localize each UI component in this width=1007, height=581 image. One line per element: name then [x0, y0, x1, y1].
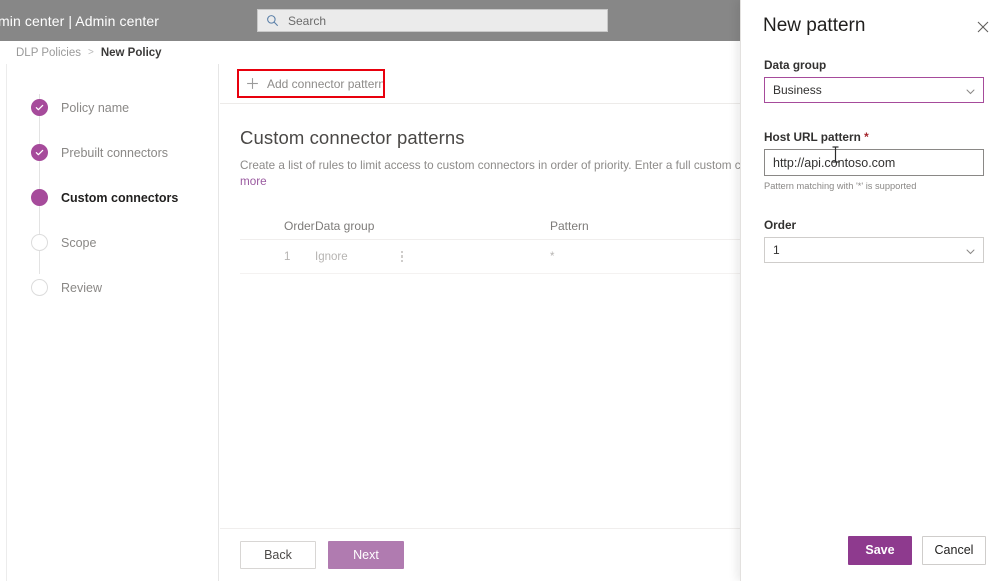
host-url-input[interactable] — [764, 149, 984, 176]
panel-header: New pattern — [741, 0, 1007, 52]
close-panel-button[interactable] — [971, 15, 995, 39]
data-group-select[interactable]: Business — [764, 77, 984, 103]
more-vertical-icon[interactable] — [400, 250, 404, 263]
cell-pattern: * — [550, 250, 555, 263]
section-description-line1: Create a list of rules to limit access t… — [240, 159, 760, 172]
host-url-field: Host URL pattern * Pattern matching with… — [764, 130, 984, 191]
data-group-value: Business — [773, 83, 822, 97]
sidebar-item-label: Scope — [61, 235, 97, 250]
suite-title: min center | Admin center — [0, 12, 159, 29]
search-icon — [266, 14, 279, 27]
panel-body: Data group Business Host URL pattern * h… — [741, 52, 1007, 263]
page-title: Custom connector patterns — [240, 127, 465, 148]
data-group-label: Data group — [764, 58, 827, 72]
sidebar-item-label: Review — [61, 280, 102, 295]
back-button[interactable]: Back — [240, 541, 316, 569]
table-header-row: Order Data group Pattern — [240, 212, 740, 240]
step-status-icon — [31, 279, 48, 296]
data-group-field: Data group Business — [764, 58, 984, 103]
search-input[interactable]: Search — [257, 9, 608, 32]
wizard-footer: Back Next — [220, 528, 740, 581]
breadcrumb: DLP Policies > New Policy — [0, 41, 740, 64]
learn-more-link[interactable]: more — [240, 175, 267, 188]
close-icon — [977, 21, 989, 33]
main-content: Add connector pattern Custom connector p… — [220, 64, 760, 581]
plus-icon — [246, 77, 259, 90]
host-url-label-text: Host URL pattern — [764, 130, 861, 144]
cancel-button[interactable]: Cancel — [922, 535, 986, 565]
step-status-icon — [31, 144, 48, 161]
add-connector-pattern-label: Add connector pattern — [267, 76, 386, 91]
breadcrumb-item-dlp-policies[interactable]: DLP Policies — [16, 47, 81, 59]
page-body: Policy name Prebuilt connectors Custom c… — [0, 64, 760, 581]
app-root: min center | Admin center Search DLP Pol… — [0, 0, 1007, 581]
cell-data-group: Ignore — [315, 251, 505, 263]
column-header-pattern[interactable]: Pattern — [505, 219, 665, 233]
section-description: Create a list of rules to limit access t… — [240, 158, 760, 190]
sidebar-item-label: Prebuilt connectors — [61, 145, 169, 160]
order-label: Order — [764, 218, 797, 232]
column-header-data-group[interactable]: Data group — [315, 219, 505, 233]
suite-header-bar: min center | Admin center Search — [0, 0, 740, 41]
add-connector-pattern-button[interactable]: Add connector pattern — [240, 71, 394, 97]
order-select[interactable]: 1 — [764, 237, 984, 263]
step-status-icon — [31, 189, 48, 206]
new-pattern-panel: New pattern Data group Business Host URL… — [740, 0, 1007, 581]
next-button[interactable]: Next — [328, 541, 404, 569]
wizard-stepper: Policy name Prebuilt connectors Custom c… — [8, 64, 219, 581]
breadcrumb-separator-icon: > — [88, 47, 94, 58]
panel-footer: Save Cancel — [741, 519, 1007, 581]
order-value: 1 — [773, 243, 780, 257]
custom-connector-patterns-section: Custom connector patterns Create a list … — [220, 104, 760, 190]
cell-data-group-value: Ignore — [315, 250, 348, 263]
patterns-table: Order Data group Pattern 1 Ignore * — [240, 212, 740, 274]
search-placeholder: Search — [288, 13, 327, 28]
host-url-label: Host URL pattern * — [764, 130, 984, 144]
breadcrumb-item-new-policy: New Policy — [100, 46, 162, 59]
column-header-order[interactable]: Order — [240, 219, 315, 233]
required-marker: * — [864, 130, 869, 144]
panel-title: New pattern — [763, 15, 866, 36]
order-field: Order 1 — [764, 218, 984, 263]
sidebar-item-label: Policy name — [61, 100, 130, 115]
table-row[interactable]: 1 Ignore * — [240, 240, 740, 274]
step-status-icon — [31, 99, 48, 116]
host-url-hint: Pattern matching with '*' is supported — [764, 181, 917, 191]
command-bar: Add connector pattern — [220, 64, 740, 104]
left-edge-strip — [0, 64, 7, 581]
cell-order: 1 — [284, 250, 291, 263]
step-status-icon — [31, 234, 48, 251]
sidebar-item-label: Custom connectors — [61, 190, 179, 205]
save-button[interactable]: Save — [848, 535, 912, 565]
